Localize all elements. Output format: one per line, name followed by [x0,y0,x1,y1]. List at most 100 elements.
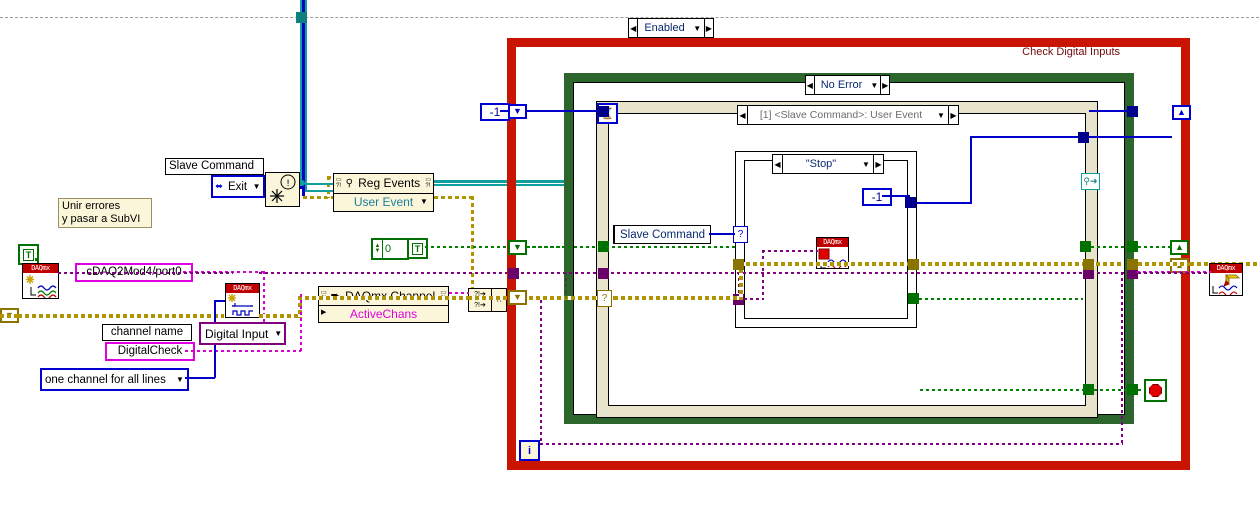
case-stop-selector-label: "Stop" [805,158,837,170]
wire-error-daqmx2-out [259,314,301,318]
dynamic-event-terminal[interactable]: ⚲➔ [1081,173,1100,190]
wire-numeric-vertical-left [565,248,567,418]
wire-negone-out-right [916,202,972,204]
tunnel-numeric-evt-right[interactable] [1080,241,1091,252]
disable-structure-selector[interactable]: ◀ Enabled ▼ ▶ [628,18,714,38]
chevron-down-icon[interactable]: ▼ [272,329,284,338]
chevron-down-icon[interactable]: ▼ [934,111,948,120]
wire-error-left-main [18,314,224,318]
daqmx-write-node[interactable]: DAQmx [1209,263,1243,296]
numeric-constant-zero[interactable]: ▲ ▼ 0 [371,238,409,260]
wire-numeric-out-final [1138,246,1172,248]
boolean-true-constant-mid[interactable]: T [407,238,428,259]
line-grouping-ring[interactable]: one channel for all lines ▼ [40,368,189,391]
wire-boolean-vertical [302,0,305,198]
tunnel-case-stop-right-blue[interactable] [905,197,916,208]
chevron-down-icon[interactable]: ▼ [859,160,873,169]
digital-input-ring[interactable]: Digital Input ▼ [199,322,286,345]
event-icon: ⚲ [345,177,353,189]
event-structure-selector[interactable]: ◀ [1] <Slave Command>: User Event ▼ ▶ [737,105,959,125]
daqmx-body [226,293,259,317]
reg-events-dropdown-arrow[interactable]: ▼ [420,197,428,206]
chevron-left-icon[interactable]: ◀ [806,76,815,94]
slave-command-enum[interactable]: ⬌ Exit ▼ [211,175,265,198]
neg-one-constant-value: -1 [871,190,883,204]
tunnel-error-case-stop-right[interactable] [908,259,919,270]
chevron-right-icon[interactable]: ▶ [703,19,713,37]
tunnel-task-whileloop[interactable] [508,268,519,279]
concatenate-strings-node[interactable]: ?!➔ ?!➔ ?! [468,288,507,312]
wire-negone-top-right [970,136,1080,138]
neg-one-constant-inner[interactable]: -1 [862,188,892,206]
chevron-right-icon[interactable]: ▶ [873,155,883,173]
tunnel-stop-evt-right[interactable] [1083,384,1094,395]
case-structure-stop-selector[interactable]: ◀ "Stop" ▼ ▶ [772,154,884,174]
terminal-glyph-left: ▭?! [336,177,342,190]
reg-events-subtitle-row[interactable]: ▶ User Event [334,194,676,377]
wire-string-concat-down [300,294,302,352]
stop-octagon-icon [1149,384,1162,397]
reg-events-title: Reg Events [358,176,421,191]
chevron-left-icon[interactable]: ◀ [738,106,748,124]
digital-check-constant[interactable]: DigitalCheck [105,342,195,361]
chevron-down-icon[interactable]: ▼ [250,182,263,191]
tunnel-timeout-whileloop[interactable]: ▼ [508,104,527,119]
chevron-left-icon[interactable]: ◀ [629,19,639,37]
wire-string-to-concat-1 [449,292,469,294]
tunnel-error-errorcase[interactable]: ? [597,290,612,307]
case-error-selector-label: No Error [820,79,863,91]
concat-output: ?! [495,296,502,304]
daqmx-channel-property-node[interactable]: ▭?! ➨ DAQmx Channel ▭?! ActiveChans [318,286,449,323]
tunnel-error-whileloop[interactable]: ▼ [508,290,527,305]
tunnel-whileloop-right-blue[interactable]: ▲ [1172,105,1191,120]
tunnel-numeric-whileloop[interactable]: ▼ [508,240,527,255]
concat-inputs: ?!➔ ?!➔ [469,289,492,311]
spinner-icon[interactable]: ▲ ▼ [373,240,383,258]
tunnel-error-case-stop-left[interactable] [733,259,744,270]
tunnel-event-struct-right-blue[interactable] [1078,132,1089,143]
daqmx-header: DAQmx [817,238,848,247]
comment-unir-errores: Unir errores y pasar a SubVI [58,198,152,228]
case-structure-error-selector[interactable]: ◀ No Error ▼ ▶ [805,75,890,95]
loop-iteration-terminal[interactable]: i [519,440,540,461]
slave-command-local-variable[interactable]: Slave Command [613,225,711,244]
timeout-constant-outer[interactable]: -1 [480,103,510,121]
tunnel-task-errorcase[interactable] [598,268,609,279]
merge-errors-node[interactable]: ! [265,172,300,207]
wire-task-bottom-horizontal [540,443,1123,445]
wire-task-case-inner-right [762,250,818,252]
tunnel-timeout-errorcase[interactable] [598,106,609,117]
daqmx-channel-subtitle: ActiveChans [349,306,418,321]
wire-stop-right-2 [1138,389,1146,391]
daqmx-channel-subtitle-row[interactable]: ActiveChans [319,306,448,322]
chevron-down-icon[interactable]: ▼ [868,81,880,90]
wire-task-right-edge [1138,272,1210,274]
case-stop-selector-terminal[interactable]: ? [733,226,748,243]
chevron-right-icon[interactable]: ▶ [880,76,889,94]
daqmx-create-virtual-channel-node-1[interactable]: DAQmx [22,263,59,299]
boolean-true-label: T [411,242,424,255]
event-case-label: [1] <Slave Command>: User Event [759,109,923,121]
wire-physchan-down [263,271,265,327]
chevron-right-icon[interactable]: ▶ [948,106,958,124]
wire-task-bottom-left-up [540,300,542,444]
wire-numeric-through-2 [606,246,736,248]
reg-events-title-row: ▭?! ⚲ Reg Events ▭?! [334,174,433,194]
daqmx-channel-expand-arrow[interactable]: ▶ [321,308,326,316]
chevron-left-icon[interactable]: ◀ [773,155,783,173]
reg-events-subtitle: User Event [353,195,414,210]
daqmx-header: DAQmx [1210,264,1242,273]
wire-task-bottom-vertical [1121,272,1123,444]
daqmx-create-channel-digital-input-node[interactable]: DAQmx [225,283,260,318]
wire-error-exit-right [1138,262,1198,266]
chevron-down-icon[interactable]: ▼ [691,24,704,33]
register-for-events-node[interactable]: ▭?! ⚲ Reg Events ▭?! ▶ User Event [333,173,676,377]
terminal-glyph-right: ▭?! [425,177,431,190]
tunnel-numeric-whileloop-right[interactable]: ▲ [1170,240,1189,255]
wire-stop-from-case [920,389,1084,391]
tunnel-error-errorcase-right[interactable] [1127,259,1138,270]
loop-stop-terminal[interactable] [1144,379,1167,402]
tunnel-numeric-case-stop-right[interactable] [908,293,919,304]
digital-input-icon [228,294,253,316]
tunnel-error-evt-right[interactable] [1083,259,1094,270]
